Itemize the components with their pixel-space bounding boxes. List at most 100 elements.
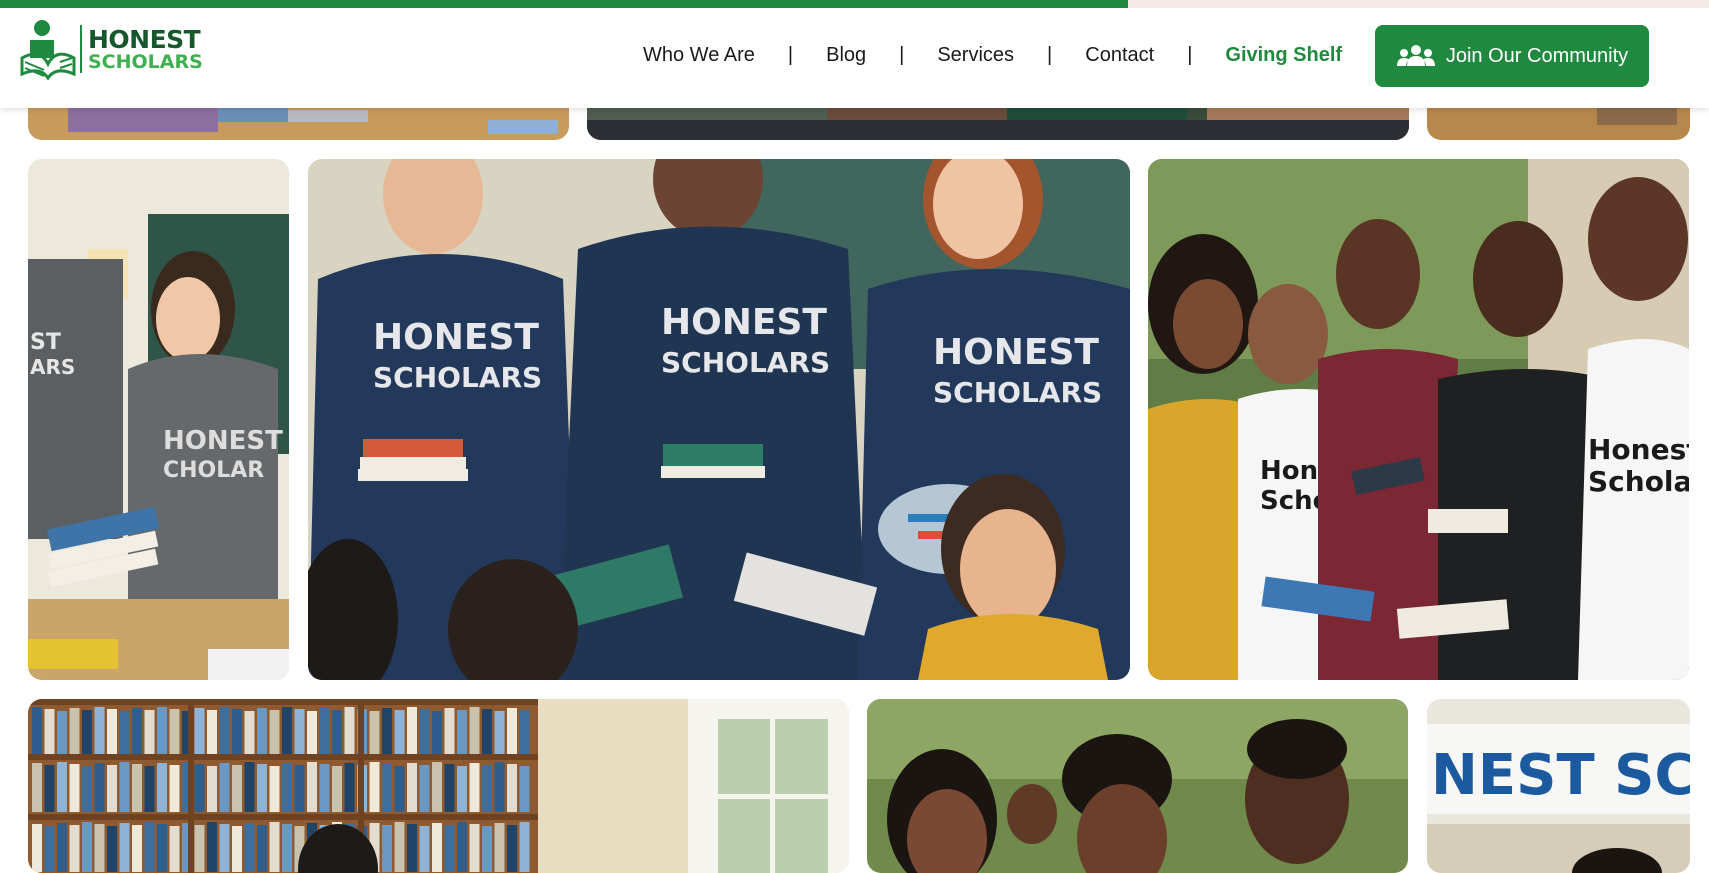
book-spine — [294, 765, 305, 812]
book-spine — [307, 711, 317, 759]
book-spine — [144, 710, 155, 759]
book-spine — [194, 764, 205, 812]
book-spine — [194, 708, 205, 759]
book-spine — [119, 762, 130, 812]
book-spine — [32, 824, 42, 872]
book-spine — [107, 709, 117, 759]
book-spine — [432, 823, 442, 872]
scholar-reading-icon — [20, 18, 76, 81]
book-spine — [232, 765, 242, 812]
logo-divider — [80, 25, 82, 73]
book-spine — [369, 762, 380, 812]
gallery-photo-smiling-students[interactable] — [867, 699, 1408, 873]
gallery-photo-honest-scholars-volunteers[interactable]: HONEST SCHOLARS HONEST SCHOLARS HONEST S… — [308, 159, 1130, 680]
brand-line-2: SCHOLARS — [88, 50, 203, 73]
book-spine — [444, 825, 455, 872]
book-spine — [419, 709, 430, 759]
community-icon — [1396, 45, 1435, 66]
book-spine — [144, 766, 155, 812]
main-nav: Who We Are | Blog | Services | Contact |… — [610, 8, 1375, 103]
brand-line-1: HONEST — [88, 24, 201, 54]
book-spine — [219, 707, 230, 759]
nav-giving-shelf[interactable]: Giving Shelf — [1192, 44, 1375, 67]
book-spine — [519, 710, 530, 759]
book-spine — [444, 708, 455, 759]
svg-text:CHOLAR: CHOLAR — [163, 458, 264, 483]
book-spine — [232, 709, 242, 759]
join-community-button[interactable]: Join Our Community — [1375, 25, 1649, 87]
nav-contact[interactable]: Contact — [1052, 44, 1187, 67]
book-spine — [219, 824, 230, 872]
book-spine — [282, 763, 292, 812]
svg-text:Scholars: Scholars — [1588, 465, 1689, 498]
book-spine — [332, 710, 342, 759]
book-spine — [519, 822, 530, 872]
gallery-photo-students-exchanging-books[interactable]: Honest Scholars Honest Scholars — [1148, 159, 1689, 680]
book-spine — [157, 707, 167, 759]
svg-text:SCHOLARS: SCHOLARS — [373, 361, 542, 394]
page: ST ARS HONEST CHOLAR HONEST SCHOLARS HON… — [0, 0, 1709, 873]
book-spine — [494, 823, 505, 872]
book-spine — [482, 826, 492, 872]
brand-wordmark: HONEST SCHOLARS — [88, 27, 203, 72]
gallery-photo-volunteer-handing-books[interactable]: ST ARS HONEST CHOLAR — [28, 159, 289, 680]
book-spine — [169, 765, 180, 812]
book-spine — [44, 709, 55, 759]
book-spine — [244, 762, 255, 812]
book-spine — [282, 824, 292, 872]
book-spine — [44, 826, 55, 872]
book-spine — [282, 707, 292, 759]
nav-services[interactable]: Services — [904, 44, 1047, 67]
book-spine — [382, 708, 392, 759]
book-spine — [482, 765, 492, 812]
book-spine — [244, 711, 255, 759]
book-spine — [469, 824, 480, 872]
book-spine — [419, 826, 430, 872]
brand-logo[interactable]: HONEST SCHOLARS — [20, 18, 210, 81]
book-spine — [244, 823, 255, 872]
book-spine — [269, 822, 280, 872]
nav-blog[interactable]: Blog — [793, 44, 899, 67]
book-spine — [319, 708, 330, 759]
book-spine — [82, 766, 92, 812]
book-spine — [82, 822, 92, 872]
book-spine — [457, 710, 467, 759]
nav-who-we-are[interactable]: Who We Are — [610, 44, 788, 67]
book-spine — [507, 825, 517, 872]
gallery-photo-banner[interactable]: NEST SCHOL — [1427, 699, 1690, 873]
book-spine — [219, 763, 230, 812]
book-spine — [257, 764, 267, 812]
book-spine — [419, 765, 430, 812]
book-spine — [169, 826, 180, 872]
book-spine — [119, 711, 130, 759]
book-spine — [44, 765, 55, 812]
book-spine — [57, 762, 67, 812]
book-spine — [157, 824, 167, 872]
book-spine — [94, 824, 105, 872]
book-spine — [382, 764, 392, 812]
book-spine — [494, 762, 505, 812]
book-spine — [394, 822, 405, 872]
book-spine — [132, 764, 142, 812]
book-spine — [319, 764, 330, 812]
book-spine — [69, 708, 80, 759]
book-spine — [207, 822, 217, 872]
book-spine — [469, 763, 480, 812]
book-spine — [157, 763, 167, 812]
svg-text:Honest: Honest — [1588, 433, 1689, 466]
book-spine — [457, 766, 467, 812]
book-spine — [57, 711, 67, 759]
book-spine — [32, 707, 42, 759]
book-spine — [369, 711, 380, 759]
book-spine — [469, 707, 480, 759]
svg-text:HONEST: HONEST — [933, 332, 1099, 373]
book-spine — [119, 823, 130, 872]
book-spine — [507, 764, 517, 812]
svg-text:SCHOLARS: SCHOLARS — [661, 346, 830, 379]
banner-text: NEST SCHOL — [1431, 743, 1690, 808]
book-spine — [132, 708, 142, 759]
svg-text:ST: ST — [30, 330, 61, 355]
book-spine — [257, 825, 267, 872]
book-spine — [107, 826, 117, 872]
gallery-photo-library-shelves[interactable] — [28, 699, 849, 873]
